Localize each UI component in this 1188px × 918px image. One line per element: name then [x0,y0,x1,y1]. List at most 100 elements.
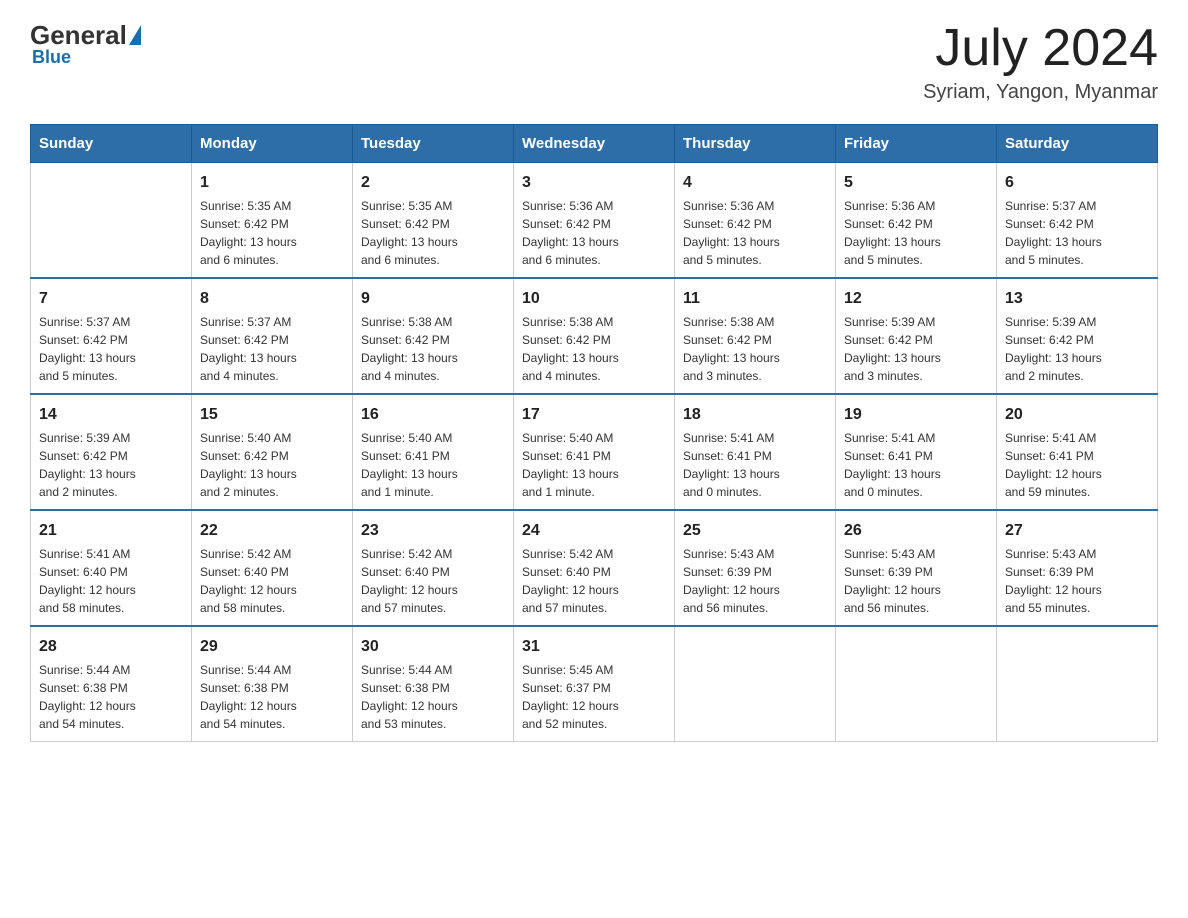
column-header-friday: Friday [836,125,997,163]
calendar-cell: 12Sunrise: 5:39 AMSunset: 6:42 PMDayligh… [836,278,997,394]
calendar-cell: 3Sunrise: 5:36 AMSunset: 6:42 PMDaylight… [514,163,675,279]
day-info: Sunrise: 5:41 AMSunset: 6:40 PMDaylight:… [39,545,183,617]
day-info: Sunrise: 5:44 AMSunset: 6:38 PMDaylight:… [39,661,183,733]
day-number: 24 [522,519,666,543]
day-number: 10 [522,287,666,311]
calendar-cell: 13Sunrise: 5:39 AMSunset: 6:42 PMDayligh… [997,278,1158,394]
day-info: Sunrise: 5:38 AMSunset: 6:42 PMDaylight:… [683,313,827,385]
location-subtitle: Syriam, Yangon, Myanmar [923,81,1158,104]
day-number: 6 [1005,171,1149,195]
calendar-cell: 19Sunrise: 5:41 AMSunset: 6:41 PMDayligh… [836,394,997,510]
calendar-cell: 25Sunrise: 5:43 AMSunset: 6:39 PMDayligh… [675,510,836,626]
day-info: Sunrise: 5:42 AMSunset: 6:40 PMDaylight:… [200,545,344,617]
calendar-cell: 27Sunrise: 5:43 AMSunset: 6:39 PMDayligh… [997,510,1158,626]
day-number: 7 [39,287,183,311]
title-section: July 2024 Syriam, Yangon, Myanmar [923,20,1158,104]
day-number: 5 [844,171,988,195]
day-info: Sunrise: 5:37 AMSunset: 6:42 PMDaylight:… [1005,197,1149,269]
day-number: 8 [200,287,344,311]
calendar-cell: 26Sunrise: 5:43 AMSunset: 6:39 PMDayligh… [836,510,997,626]
calendar-cell: 28Sunrise: 5:44 AMSunset: 6:38 PMDayligh… [31,626,192,742]
day-info: Sunrise: 5:38 AMSunset: 6:42 PMDaylight:… [522,313,666,385]
day-number: 22 [200,519,344,543]
calendar-cell: 6Sunrise: 5:37 AMSunset: 6:42 PMDaylight… [997,163,1158,279]
day-info: Sunrise: 5:43 AMSunset: 6:39 PMDaylight:… [844,545,988,617]
calendar-row: 28Sunrise: 5:44 AMSunset: 6:38 PMDayligh… [31,626,1158,742]
day-number: 29 [200,635,344,659]
calendar-row: 21Sunrise: 5:41 AMSunset: 6:40 PMDayligh… [31,510,1158,626]
month-year-title: July 2024 [923,20,1158,77]
day-number: 13 [1005,287,1149,311]
day-number: 28 [39,635,183,659]
day-info: Sunrise: 5:43 AMSunset: 6:39 PMDaylight:… [683,545,827,617]
column-header-sunday: Sunday [31,125,192,163]
day-info: Sunrise: 5:44 AMSunset: 6:38 PMDaylight:… [361,661,505,733]
column-header-monday: Monday [192,125,353,163]
day-number: 14 [39,403,183,427]
day-number: 1 [200,171,344,195]
calendar-row: 1Sunrise: 5:35 AMSunset: 6:42 PMDaylight… [31,163,1158,279]
day-number: 20 [1005,403,1149,427]
day-info: Sunrise: 5:43 AMSunset: 6:39 PMDaylight:… [1005,545,1149,617]
calendar-cell: 18Sunrise: 5:41 AMSunset: 6:41 PMDayligh… [675,394,836,510]
day-info: Sunrise: 5:36 AMSunset: 6:42 PMDaylight:… [683,197,827,269]
day-info: Sunrise: 5:39 AMSunset: 6:42 PMDaylight:… [844,313,988,385]
calendar-cell: 2Sunrise: 5:35 AMSunset: 6:42 PMDaylight… [353,163,514,279]
logo-blue: Blue [32,47,71,68]
day-info: Sunrise: 5:37 AMSunset: 6:42 PMDaylight:… [200,313,344,385]
day-info: Sunrise: 5:41 AMSunset: 6:41 PMDaylight:… [844,429,988,501]
day-info: Sunrise: 5:37 AMSunset: 6:42 PMDaylight:… [39,313,183,385]
calendar-cell: 16Sunrise: 5:40 AMSunset: 6:41 PMDayligh… [353,394,514,510]
calendar-cell: 1Sunrise: 5:35 AMSunset: 6:42 PMDaylight… [192,163,353,279]
calendar-header: SundayMondayTuesdayWednesdayThursdayFrid… [31,125,1158,163]
calendar-cell: 22Sunrise: 5:42 AMSunset: 6:40 PMDayligh… [192,510,353,626]
day-number: 18 [683,403,827,427]
day-info: Sunrise: 5:38 AMSunset: 6:42 PMDaylight:… [361,313,505,385]
calendar-cell: 10Sunrise: 5:38 AMSunset: 6:42 PMDayligh… [514,278,675,394]
day-number: 19 [844,403,988,427]
calendar-cell: 8Sunrise: 5:37 AMSunset: 6:42 PMDaylight… [192,278,353,394]
calendar-cell: 30Sunrise: 5:44 AMSunset: 6:38 PMDayligh… [353,626,514,742]
column-header-thursday: Thursday [675,125,836,163]
calendar-cell [675,626,836,742]
day-info: Sunrise: 5:35 AMSunset: 6:42 PMDaylight:… [200,197,344,269]
calendar-cell: 9Sunrise: 5:38 AMSunset: 6:42 PMDaylight… [353,278,514,394]
column-header-tuesday: Tuesday [353,125,514,163]
day-number: 31 [522,635,666,659]
day-info: Sunrise: 5:41 AMSunset: 6:41 PMDaylight:… [1005,429,1149,501]
day-info: Sunrise: 5:39 AMSunset: 6:42 PMDaylight:… [1005,313,1149,385]
day-number: 26 [844,519,988,543]
calendar-cell: 17Sunrise: 5:40 AMSunset: 6:41 PMDayligh… [514,394,675,510]
calendar-body: 1Sunrise: 5:35 AMSunset: 6:42 PMDaylight… [31,163,1158,742]
day-info: Sunrise: 5:42 AMSunset: 6:40 PMDaylight:… [522,545,666,617]
day-info: Sunrise: 5:40 AMSunset: 6:42 PMDaylight:… [200,429,344,501]
day-info: Sunrise: 5:45 AMSunset: 6:37 PMDaylight:… [522,661,666,733]
calendar-cell: 4Sunrise: 5:36 AMSunset: 6:42 PMDaylight… [675,163,836,279]
calendar-cell: 24Sunrise: 5:42 AMSunset: 6:40 PMDayligh… [514,510,675,626]
day-number: 4 [683,171,827,195]
header-row: SundayMondayTuesdayWednesdayThursdayFrid… [31,125,1158,163]
day-number: 27 [1005,519,1149,543]
column-header-wednesday: Wednesday [514,125,675,163]
day-number: 23 [361,519,505,543]
calendar-cell: 15Sunrise: 5:40 AMSunset: 6:42 PMDayligh… [192,394,353,510]
calendar-cell: 7Sunrise: 5:37 AMSunset: 6:42 PMDaylight… [31,278,192,394]
day-info: Sunrise: 5:39 AMSunset: 6:42 PMDaylight:… [39,429,183,501]
day-number: 16 [361,403,505,427]
day-number: 17 [522,403,666,427]
day-info: Sunrise: 5:36 AMSunset: 6:42 PMDaylight:… [522,197,666,269]
calendar-cell: 31Sunrise: 5:45 AMSunset: 6:37 PMDayligh… [514,626,675,742]
day-number: 25 [683,519,827,543]
calendar-cell [836,626,997,742]
day-number: 2 [361,171,505,195]
column-header-saturday: Saturday [997,125,1158,163]
calendar-cell [997,626,1158,742]
day-info: Sunrise: 5:40 AMSunset: 6:41 PMDaylight:… [522,429,666,501]
page-header: General Blue July 2024 Syriam, Yangon, M… [30,20,1158,104]
day-info: Sunrise: 5:40 AMSunset: 6:41 PMDaylight:… [361,429,505,501]
day-number: 15 [200,403,344,427]
day-number: 9 [361,287,505,311]
calendar-row: 7Sunrise: 5:37 AMSunset: 6:42 PMDaylight… [31,278,1158,394]
day-number: 30 [361,635,505,659]
day-info: Sunrise: 5:41 AMSunset: 6:41 PMDaylight:… [683,429,827,501]
